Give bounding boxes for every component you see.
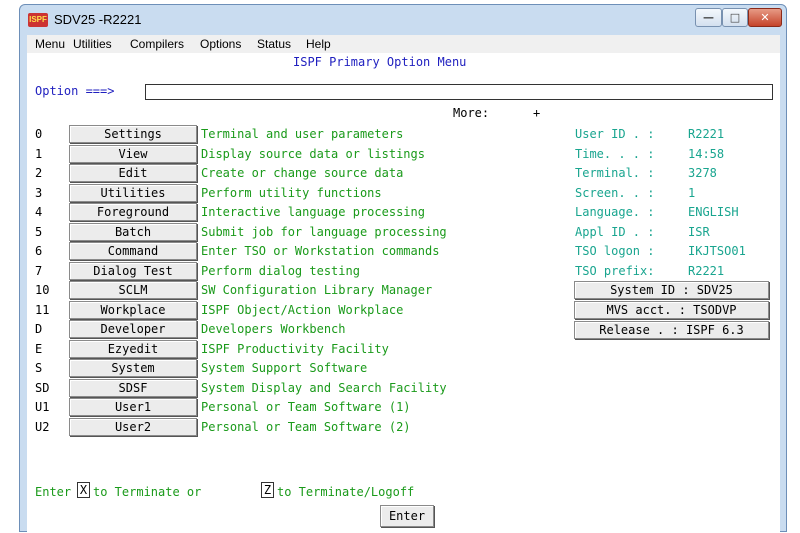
option-code: 2 — [35, 166, 43, 180]
option-description: Terminal and user parameters — [201, 127, 404, 141]
option-code: 1 — [35, 146, 43, 161]
footer-enter-text: Enter — [35, 485, 72, 499]
option-description: Enter TSO or Workstation commands — [201, 244, 440, 258]
more-label: More: — [453, 106, 490, 120]
session-label: TSO prefix: — [575, 263, 655, 278]
option-code: 5 — [35, 224, 43, 239]
option-code: 10 — [35, 283, 50, 297]
option-button-settings[interactable]: Settings — [69, 125, 197, 143]
option-description: Submit job for language processing — [201, 224, 447, 239]
option-button-user2[interactable]: User2 — [69, 417, 197, 436]
option-code: 11 — [35, 302, 50, 317]
option-code: 6 — [35, 244, 43, 258]
option-description: SW Configuration Library Manager — [201, 283, 433, 297]
option-button-batch[interactable]: Batch — [69, 222, 197, 241]
option-button-system[interactable]: System — [69, 359, 197, 377]
option-button-utilities[interactable]: Utilities — [69, 183, 197, 202]
option-button-ezyedit[interactable]: Ezyedit — [69, 339, 197, 358]
option-button-sclm[interactable]: SCLM — [69, 281, 197, 299]
session-label: Appl ID . : — [575, 224, 655, 239]
session-value: R2221 — [688, 263, 725, 278]
option-description: Personal or Team Software (1) — [201, 400, 411, 414]
info-button-2[interactable]: Release . : ISPF 6.3 — [574, 321, 769, 339]
option-input[interactable] — [145, 84, 773, 100]
option-code: SD — [35, 380, 50, 395]
info-button-1[interactable]: MVS acct. : TSODVP — [574, 301, 769, 319]
option-description: Create or change source data — [201, 166, 404, 180]
option-button-foreground[interactable]: Foreground — [69, 203, 197, 221]
title-bar[interactable]: ISPF SDV25 -R2221 — □ ✕ — [20, 5, 786, 35]
session-value: IKJTSO01 — [688, 244, 746, 258]
option-button-user1[interactable]: User1 — [69, 398, 197, 416]
session-value: ENGLISH — [688, 205, 739, 219]
menu-utilities[interactable]: Utilities — [73, 37, 112, 51]
footer-end-text: to Terminate/Logoff — [277, 485, 415, 499]
option-button-command[interactable]: Command — [69, 242, 197, 260]
option-button-developer[interactable]: Developer — [69, 320, 197, 338]
client-area: Menu Utilities Compilers Options Status … — [27, 35, 780, 533]
session-value: R2221 — [688, 127, 725, 141]
minimize-button[interactable]: — — [695, 8, 722, 27]
session-label: TSO logon : — [575, 244, 655, 258]
session-value: 3278 — [688, 166, 717, 180]
menu-status[interactable]: Status — [257, 37, 291, 51]
option-code: S — [35, 361, 43, 375]
option-description: ISPF Productivity Facility — [201, 341, 389, 356]
option-prompt: Option ===> — [35, 84, 115, 98]
option-description: Developers Workbench — [201, 322, 346, 336]
option-button-sdsf[interactable]: SDSF — [69, 378, 197, 397]
menu-help[interactable]: Help — [306, 37, 331, 51]
session-label: Language. : — [575, 205, 655, 219]
enter-button[interactable]: Enter — [380, 505, 434, 527]
maximize-button[interactable]: □ — [722, 8, 748, 27]
session-value: ISR — [688, 224, 710, 239]
menu-compilers[interactable]: Compilers — [130, 37, 184, 51]
menu-bar: Menu Utilities Compilers Options Status … — [27, 35, 780, 53]
option-description: Perform utility functions — [201, 185, 382, 200]
session-label: Terminal. : — [575, 166, 655, 180]
option-code: 7 — [35, 263, 43, 278]
session-label: Screen. . : — [575, 185, 655, 200]
ispf-screen: ISPF Primary Option Menu Option ===> Mor… — [27, 53, 780, 533]
option-code: 3 — [35, 185, 43, 200]
option-code: U2 — [35, 419, 50, 434]
close-button[interactable]: ✕ — [748, 8, 782, 27]
option-description: System Support Software — [201, 361, 368, 375]
window-title: SDV25 -R2221 — [54, 12, 142, 27]
option-description: Display source data or listings — [201, 146, 425, 161]
option-description: System Display and Search Facility — [201, 380, 447, 395]
terminate-x-field[interactable]: X — [77, 482, 90, 498]
menu-options[interactable]: Options — [200, 37, 241, 51]
option-code: E — [35, 341, 43, 356]
menu-menu[interactable]: Menu — [35, 37, 65, 51]
session-value: 1 — [688, 185, 696, 200]
ispf-window: ISPF SDV25 -R2221 — □ ✕ Menu Utilities C… — [19, 4, 787, 533]
footer-mid-text: to Terminate or — [93, 485, 202, 499]
option-code: 4 — [35, 205, 43, 219]
option-description: Interactive language processing — [201, 205, 425, 219]
option-code: 0 — [35, 127, 43, 141]
option-button-dialog-test[interactable]: Dialog Test — [69, 261, 197, 280]
option-code: U1 — [35, 400, 50, 414]
option-code: D — [35, 322, 43, 336]
terminate-z-field[interactable]: Z — [261, 482, 274, 498]
option-description: Perform dialog testing — [201, 263, 360, 278]
option-button-edit[interactable]: Edit — [69, 164, 197, 182]
ispf-app-icon: ISPF — [28, 13, 48, 27]
option-button-workplace[interactable]: Workplace — [69, 300, 197, 319]
session-label: User ID . : — [575, 127, 655, 141]
session-value: 14:58 — [688, 146, 725, 161]
option-description: ISPF Object/Action Workplace — [201, 302, 404, 317]
option-description: Personal or Team Software (2) — [201, 419, 411, 434]
panel-title: ISPF Primary Option Menu — [293, 55, 467, 69]
info-button-0[interactable]: System ID : SDV25 — [574, 281, 769, 299]
session-label: Time. . . : — [575, 146, 655, 161]
option-button-view[interactable]: View — [69, 144, 197, 163]
more-indicator: + — [533, 106, 541, 120]
